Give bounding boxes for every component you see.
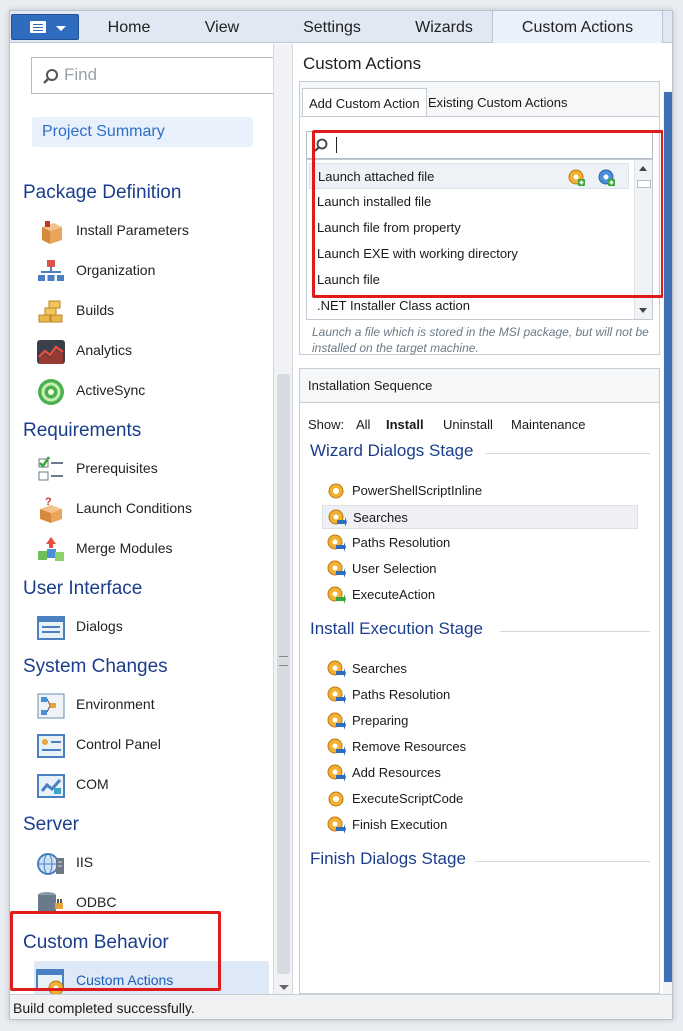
status-bar: Build completed successfully. <box>10 994 672 1019</box>
nav-item-iis[interactable]: IIS <box>34 845 266 881</box>
chevron-down-icon <box>56 26 66 31</box>
menu-bar: Home View Settings Wizards Custom Action… <box>10 11 672 43</box>
installation-sequence-panel: Installation Sequence Show: All Install … <box>299 368 660 994</box>
custom-behavior-highlight <box>10 911 221 991</box>
search-icon <box>43 69 58 84</box>
menu-view[interactable]: View <box>190 11 254 43</box>
bricks-icon <box>38 300 63 323</box>
stage-divider <box>485 453 650 454</box>
action-arrow-gear-icon <box>327 738 346 756</box>
sequence-item-searches-selected[interactable]: Searches <box>322 505 638 529</box>
filter-all[interactable]: All <box>356 417 370 432</box>
sequence-item-paths-resolution[interactable]: Paths Resolution <box>322 531 638 555</box>
action-arrow-gear-icon <box>327 764 346 782</box>
action-arrow-gear-icon <box>327 712 346 730</box>
nav-item-organization[interactable]: Organization <box>34 253 266 289</box>
action-arrow-gear-icon <box>327 686 346 704</box>
menu-settings[interactable]: Settings <box>282 11 382 43</box>
installation-sequence-title: Installation Sequence <box>300 369 659 403</box>
sequence-item-exec-paths-resolution[interactable]: Paths Resolution <box>322 683 638 707</box>
sequence-item-user-selection[interactable]: User Selection <box>322 557 638 581</box>
nav-item-merge-modules[interactable]: Merge Modules <box>34 531 266 567</box>
nav-item-com[interactable]: COM <box>34 767 266 803</box>
nav-item-environment[interactable]: Environment <box>34 687 266 723</box>
tab-add-custom-action[interactable]: Add Custom Action <box>302 88 427 117</box>
sequence-item-remove-resources[interactable]: Remove Resources <box>322 735 638 759</box>
execute-arrow-gear-icon <box>327 586 346 604</box>
stage-divider <box>500 631 650 632</box>
action-arrow-gear-icon <box>328 509 347 527</box>
action-description: Launch a file which is stored in the MSI… <box>312 325 649 355</box>
splitter-grip-icon[interactable] <box>279 656 288 666</box>
section-package-definition: Package Definition <box>23 182 182 203</box>
section-user-interface: User Interface <box>23 578 143 599</box>
nav-item-control-panel[interactable]: Control Panel <box>34 727 266 763</box>
left-pane-scrollbar[interactable] <box>273 44 293 994</box>
sequence-item-powershell[interactable]: PowerShellScriptInline <box>322 479 638 503</box>
menu-home[interactable]: Home <box>94 11 164 43</box>
custom-actions-pane: Custom Actions Add Custom Action Existin… <box>294 44 672 994</box>
section-requirements: Requirements <box>23 420 142 441</box>
activesync-icon <box>38 379 64 405</box>
sequence-item-execute-script-code[interactable]: ExecuteScriptCode <box>322 787 638 811</box>
menu-custom-actions[interactable]: Custom Actions <box>492 11 663 43</box>
section-server: Server <box>23 814 79 835</box>
filter-maintenance[interactable]: Maintenance <box>511 417 585 432</box>
application-menu-button[interactable] <box>11 14 79 40</box>
nav-item-prerequisites[interactable]: Prerequisites <box>34 451 266 487</box>
sequence-item-exec-searches[interactable]: Searches <box>322 657 638 681</box>
checklist-icon <box>38 456 63 481</box>
stage-wizard-dialogs: Wizard Dialogs Stage <box>310 441 474 460</box>
nav-item-activesync[interactable]: ActiveSync <box>34 373 266 409</box>
menu-wizards[interactable]: Wizards <box>394 11 494 43</box>
document-icon <box>30 21 46 33</box>
sequence-item-preparing[interactable]: Preparing <box>322 709 638 733</box>
nav-item-dialogs[interactable]: Dialogs <box>34 609 266 645</box>
action-arrow-gear-icon <box>327 560 346 578</box>
stage-divider <box>475 861 650 862</box>
scrollbar-thumb[interactable] <box>277 374 290 974</box>
action-list-highlight <box>312 130 664 298</box>
script-gear-icon <box>328 483 344 499</box>
main-window: Home View Settings Wizards Custom Action… <box>9 10 673 1020</box>
iis-globe-server-icon <box>37 853 64 875</box>
nav-item-launch-conditions[interactable]: ? Launch Conditions <box>34 491 266 527</box>
find-search-input[interactable]: Find <box>31 57 275 94</box>
filter-install[interactable]: Install <box>386 417 424 432</box>
project-summary-link[interactable]: Project Summary <box>32 117 253 147</box>
merge-cubes-icon <box>38 537 64 561</box>
control-panel-icon <box>37 734 65 758</box>
org-chart-icon <box>38 260 64 281</box>
filter-uninstall[interactable]: Uninstall <box>443 417 493 432</box>
environment-tree-icon <box>37 693 65 719</box>
box-question-icon: ? <box>40 496 62 523</box>
action-arrow-gear-icon <box>327 534 346 552</box>
left-navigation-pane: Find Project Summary Package Definition … <box>10 44 275 1001</box>
stage-finish-dialogs: Finish Dialogs Stage <box>310 849 466 868</box>
action-arrow-gear-icon <box>327 660 346 678</box>
scroll-down-arrow-icon[interactable] <box>639 308 647 313</box>
sequence-item-add-resources[interactable]: Add Resources <box>322 761 638 785</box>
find-placeholder: Find <box>64 65 98 84</box>
com-component-icon <box>37 774 65 798</box>
nav-item-install-parameters[interactable]: Install Parameters <box>34 213 266 249</box>
tab-existing-custom-actions[interactable]: Existing Custom Actions <box>422 88 573 117</box>
sequence-item-execute-action[interactable]: ExecuteAction <box>322 583 638 607</box>
sequence-item-finish-execution[interactable]: Finish Execution <box>322 813 638 837</box>
nav-item-builds[interactable]: Builds <box>34 293 266 329</box>
analytics-chart-icon <box>37 340 65 364</box>
section-system-changes: System Changes <box>23 656 168 677</box>
action-arrow-gear-icon <box>327 816 346 834</box>
svg-text:?: ? <box>45 496 52 508</box>
right-pane-scrollbar[interactable] <box>663 90 672 994</box>
custom-actions-title: Custom Actions <box>303 54 422 73</box>
show-label: Show: <box>308 417 345 432</box>
scroll-down-arrow-icon[interactable] <box>279 985 289 990</box>
nav-item-analytics[interactable]: Analytics <box>34 333 266 369</box>
box-package-icon <box>42 221 62 244</box>
dialog-window-icon <box>37 616 65 640</box>
stage-install-execution: Install Execution Stage <box>310 619 483 638</box>
scrollbar-thumb[interactable] <box>664 92 672 982</box>
script-gear-icon <box>328 791 344 807</box>
